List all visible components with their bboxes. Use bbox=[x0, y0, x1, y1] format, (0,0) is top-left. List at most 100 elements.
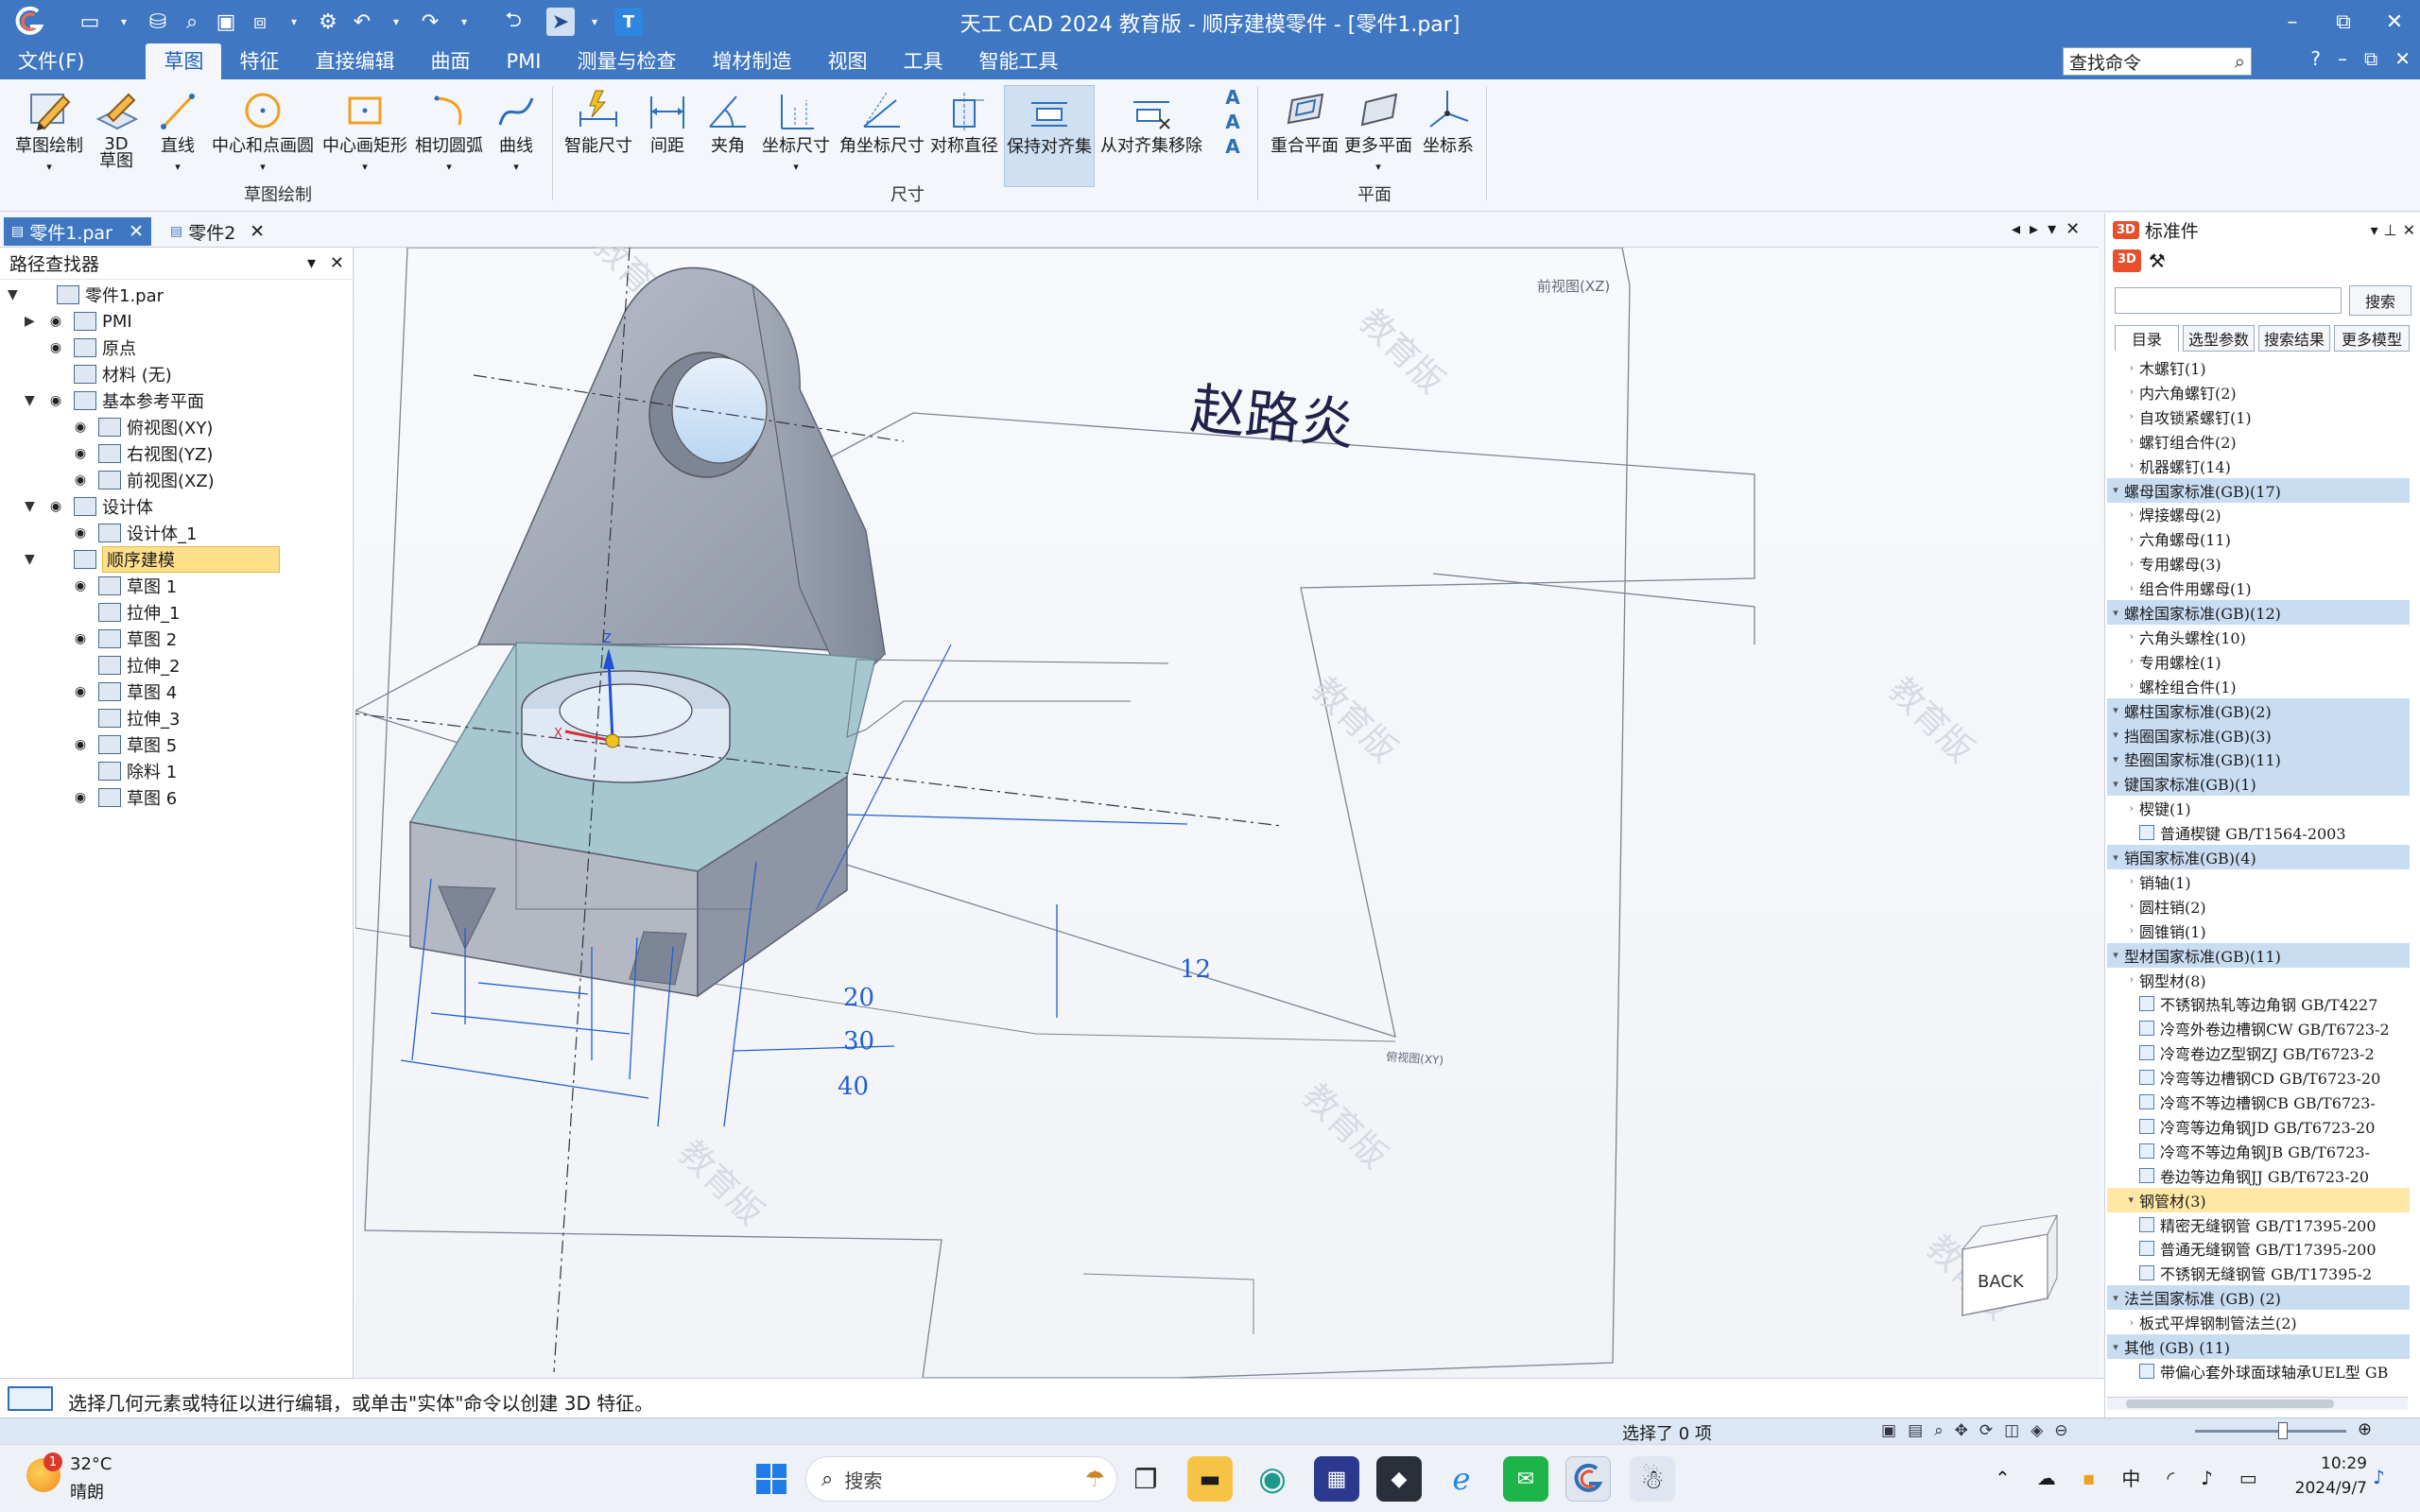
collapse-icon[interactable]: ▾ bbox=[2107, 753, 2124, 765]
tree-node[interactable]: 材料 (无) bbox=[25, 361, 172, 387]
zoom-slider-thumb[interactable] bbox=[2278, 1422, 2288, 1439]
tiangong-cad-taskbar-icon[interactable] bbox=[1565, 1456, 1611, 1502]
tab-list-icon[interactable]: ▾ bbox=[2048, 219, 2056, 239]
catalog-item[interactable]: 冷弯卷边Z型钢ZJ GB/T6723-2 bbox=[2107, 1040, 2410, 1065]
expand-icon[interactable]: › bbox=[2107, 533, 2139, 545]
collapse-icon[interactable]: ▾ bbox=[2107, 484, 2124, 496]
tab-selection-params[interactable]: 选型参数 bbox=[2183, 325, 2255, 352]
visibility-eye-icon[interactable]: ◉ bbox=[68, 420, 93, 435]
catalog-item[interactable]: 带偏心套外球面球轴承UEL型 GB bbox=[2107, 1359, 2410, 1383]
display-icon[interactable]: ◫ bbox=[2004, 1421, 2019, 1440]
panel-close-icon[interactable]: ✕ bbox=[2403, 221, 2415, 239]
zoom-slider-track[interactable] bbox=[2195, 1430, 2346, 1433]
view-area-icon[interactable]: ▤ bbox=[1908, 1421, 1923, 1440]
expand-icon[interactable]: › bbox=[2107, 630, 2139, 643]
parts-search-button[interactable]: 搜索 bbox=[2349, 285, 2411, 316]
catalog-subcategory[interactable]: › 楔键(1) bbox=[2107, 796, 2410, 820]
tree-node[interactable]: ◉ 俯视图(XY) bbox=[49, 414, 213, 440]
tree-node[interactable]: 拉伸_1 bbox=[49, 599, 180, 626]
doc-close-button[interactable]: ✕ bbox=[2394, 47, 2411, 70]
command-search-input[interactable]: 查找命令 ⌕ bbox=[2063, 47, 2252, 76]
pin-icon[interactable]: ⊥ bbox=[2384, 221, 2397, 239]
tree-node[interactable]: 拉伸_2 bbox=[49, 652, 180, 679]
center-point-circle-button[interactable]: 中心和点画圆 ▾ bbox=[210, 85, 316, 178]
visibility-eye-icon[interactable]: ◉ bbox=[68, 525, 93, 541]
smart-dimension-button[interactable]: 智能尺寸 bbox=[563, 85, 633, 157]
edge-browser-icon[interactable]: ◉ bbox=[1250, 1456, 1295, 1502]
collapse-icon[interactable]: ▼ bbox=[25, 499, 43, 514]
notification-bell-icon[interactable]: ♪ bbox=[2373, 1466, 2385, 1488]
hammer-icon[interactable]: ⚒ bbox=[2149, 249, 2166, 272]
more-planes-button[interactable]: 更多平面 ▾ bbox=[1342, 85, 1414, 178]
collapse-icon[interactable]: ▼ bbox=[25, 393, 43, 408]
catalog-subcategory[interactable]: › 六角螺母(11) bbox=[2107, 526, 2410, 551]
task-view-icon[interactable]: ❐ bbox=[1123, 1456, 1168, 1502]
3d-library-icon[interactable]: 3D bbox=[2113, 249, 2141, 272]
menu-file[interactable]: 文件(F) bbox=[0, 43, 102, 79]
3d-viewport[interactable]: 前视图(XZ) 俯视图(XY) 教育版 教育版 教育版 教育版 教育版 教育版 … bbox=[355, 248, 2099, 1378]
ime-indicator[interactable]: 中 bbox=[2121, 1464, 2140, 1491]
catalog-category[interactable]: ▾ 其他 (GB) (11) bbox=[2107, 1334, 2410, 1359]
model-canvas[interactable]: 前视图(XZ) 俯视图(XY) 教育版 教育版 教育版 教育版 教育版 教育版 … bbox=[355, 248, 2099, 1378]
catalog-item[interactable]: 冷弯外卷边槽钢CW GB/T6723-2 bbox=[2107, 1016, 2410, 1040]
zoom-icon[interactable]: ⌕ bbox=[1934, 1421, 1944, 1440]
expand-icon[interactable]: › bbox=[2107, 410, 2139, 422]
catalog-category[interactable]: ▾ 螺柱国家标准(GB)(2) bbox=[2107, 697, 2410, 723]
visibility-eye-icon[interactable]: ◉ bbox=[68, 472, 93, 488]
close-tab-icon[interactable]: ✕ bbox=[129, 221, 144, 242]
visibility-eye-icon[interactable]: ◉ bbox=[68, 578, 93, 593]
view-cube-label[interactable]: BACK bbox=[1978, 1272, 2025, 1292]
catalog-subcategory[interactable]: › 木螺钉(1) bbox=[2107, 355, 2410, 380]
restore-button[interactable]: ⧉ bbox=[2318, 0, 2369, 43]
tree-node[interactable]: ▶ ◉ PMI bbox=[25, 308, 132, 335]
search-icon[interactable]: ⌕ bbox=[2235, 50, 2245, 73]
tab-sketch[interactable]: 草图 bbox=[146, 43, 222, 79]
visibility-eye-icon[interactable]: ◉ bbox=[68, 684, 93, 699]
catalog-subcategory[interactable]: › 内六角螺钉(2) bbox=[2107, 380, 2410, 404]
expand-icon[interactable]: › bbox=[2107, 558, 2139, 570]
visibility-eye-icon[interactable]: ◉ bbox=[43, 499, 68, 514]
parts-search-input[interactable] bbox=[2115, 287, 2342, 314]
view-cube[interactable]: BACK bbox=[1961, 1214, 2058, 1316]
zoom-in-icon[interactable]: ⊕ bbox=[2358, 1419, 2372, 1439]
catalog-subcategory[interactable]: › 组合件用螺母(1) bbox=[2107, 576, 2410, 600]
dimension-12[interactable]: 12 bbox=[1180, 955, 1211, 984]
tree-node[interactable]: ▼ ◉ 基本参考平面 bbox=[25, 387, 204, 414]
weather-temp[interactable]: 32°C bbox=[70, 1454, 112, 1474]
start-windows-icon[interactable] bbox=[749, 1456, 794, 1502]
tree-node[interactable]: 拉伸_3 bbox=[49, 705, 180, 731]
catalog-item[interactable]: 普通无缝钢管 GB/T17395-200 bbox=[2107, 1236, 2410, 1261]
tree-node[interactable]: 除料 1 bbox=[49, 758, 177, 784]
doc-tab-part1[interactable]: ▤ 零件1.par ✕ bbox=[4, 217, 151, 246]
tab-tools[interactable]: 工具 bbox=[885, 43, 960, 79]
catalog-category[interactable]: ▾ 挡圈国家标准(GB)(3) bbox=[2107, 722, 2410, 747]
doc-tab-part2[interactable]: ▤ 零件2 ✕ bbox=[163, 217, 272, 246]
catalog-subcategory[interactable]: › 螺栓组合件(1) bbox=[2107, 674, 2410, 698]
close-tab-icon[interactable]: ✕ bbox=[250, 221, 265, 242]
tab-measure[interactable]: 测量与检查 bbox=[559, 43, 694, 79]
catalog-subcategory[interactable]: › 钢型材(8) bbox=[2107, 968, 2410, 992]
expand-icon[interactable]: › bbox=[2107, 386, 2139, 398]
catalog-item[interactable]: 卷边等边角钢JJ GB/T6723-20 bbox=[2107, 1163, 2410, 1188]
volume-icon[interactable]: ♪ bbox=[2201, 1467, 2213, 1489]
catalog-subcategory[interactable]: › 板式平焊钢制管法兰(2) bbox=[2107, 1310, 2410, 1334]
tab-direct-edit[interactable]: 直接编辑 bbox=[297, 43, 412, 79]
expand-icon[interactable]: › bbox=[2107, 875, 2139, 887]
panel-menu-icon[interactable]: ▾ bbox=[2371, 221, 2378, 239]
collapse-icon[interactable]: ▾ bbox=[2107, 1341, 2124, 1353]
dimension-30[interactable]: 30 bbox=[843, 1027, 874, 1056]
expand-icon[interactable]: ▾ bbox=[2107, 1194, 2139, 1206]
symmetric-diameter-button[interactable]: 对称直径 bbox=[928, 85, 1000, 157]
expand-icon[interactable]: › bbox=[2107, 459, 2139, 472]
file-explorer-icon[interactable]: ▬ bbox=[1187, 1456, 1233, 1502]
catalog-subcategory[interactable]: › 自攻锁紧螺钉(1) bbox=[2107, 404, 2410, 429]
expand-icon[interactable]: ▶ bbox=[25, 314, 43, 329]
expand-icon[interactable]: › bbox=[2107, 362, 2139, 374]
tree-node[interactable]: ◉ 草图 5 bbox=[49, 731, 177, 758]
collapse-icon[interactable]: ▼ bbox=[25, 552, 43, 567]
catalog-item[interactable]: 冷弯等边槽钢CD GB/T6723-20 bbox=[2107, 1065, 2410, 1090]
tab-surface[interactable]: 曲面 bbox=[412, 43, 488, 79]
catalog-item[interactable]: 普通楔键 GB/T1564-2003 bbox=[2107, 820, 2410, 845]
tree-node[interactable]: ◉ 原点 bbox=[25, 335, 136, 361]
panel-menu-icon[interactable]: ▾ bbox=[307, 253, 316, 273]
